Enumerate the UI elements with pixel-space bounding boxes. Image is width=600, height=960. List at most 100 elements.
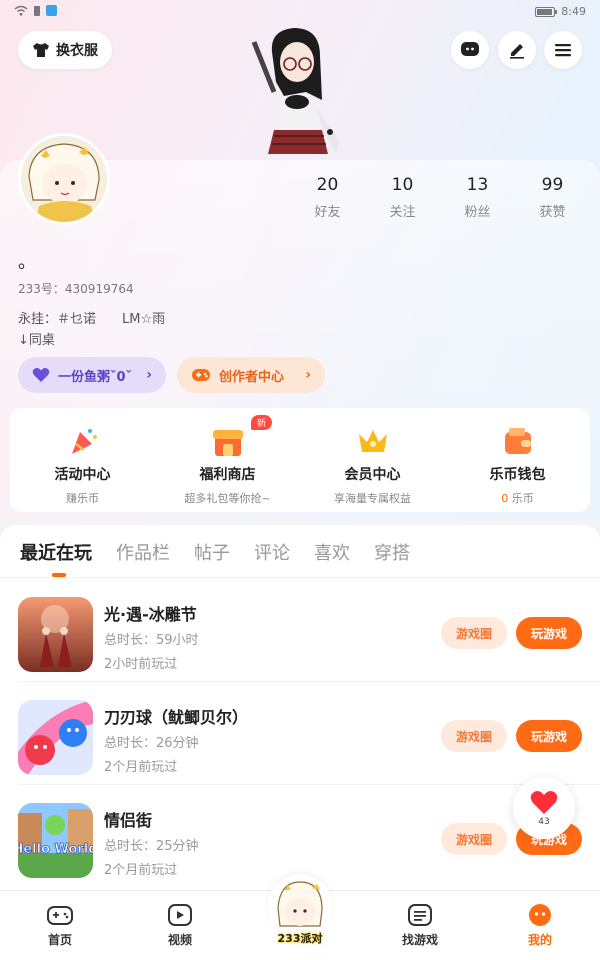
avatar-3d-figure[interactable]: [244, 22, 356, 164]
nav-label: 视频: [167, 933, 192, 947]
nav-mine[interactable]: 我的: [480, 891, 600, 960]
heart-icon: [530, 790, 558, 814]
game-circle-button[interactable]: 游戏圈: [441, 823, 507, 855]
sim-icon: [34, 5, 40, 16]
stat-label: 获赞: [539, 205, 566, 220]
edit-profile-button[interactable]: [498, 31, 536, 69]
clock: 8:49: [561, 5, 586, 18]
heart-icon: [32, 368, 50, 382]
gamepad-icon: [47, 906, 73, 925]
activity-center-item[interactable]: 活动中心 赚乐币: [10, 408, 155, 512]
stat-number: 20: [316, 175, 339, 195]
content-panel: 最近在玩 作品栏 帖子 评论 喜欢 穿搭 光·遇-冰雕节 总时长：59小时 2小…: [0, 525, 600, 900]
new-badge: 新: [251, 415, 273, 430]
nav-find-games[interactable]: 找游戏: [360, 891, 480, 960]
app-notification-icon: [46, 5, 57, 16]
chevron-right-icon: ›: [146, 367, 152, 383]
game-playtime: 总时长：26分钟: [104, 736, 199, 751]
game-last-played: 2个月前玩过: [104, 863, 178, 878]
menu-button[interactable]: [544, 31, 582, 69]
game-circle-button[interactable]: 游戏圈: [441, 720, 507, 752]
messages-button[interactable]: [451, 31, 489, 69]
hello-world-logo-text: Hello World: [18, 842, 93, 857]
tab-comments[interactable]: 评论: [254, 539, 290, 565]
stat-number: 13: [466, 175, 489, 195]
coin-unit: 乐币: [508, 492, 534, 505]
game-playtime: 总时长：25分钟: [104, 839, 199, 854]
play-game-button[interactable]: 玩游戏: [516, 617, 582, 649]
stat-fans[interactable]: 13 粉丝: [440, 175, 515, 220]
game-last-played: 2个月前玩过: [104, 760, 178, 775]
stat-number: 10: [391, 175, 414, 195]
party-popper-icon: [71, 429, 97, 454]
play-game-button[interactable]: 玩游戏: [516, 720, 582, 752]
nav-label: 首页: [47, 933, 72, 947]
list-icon: [408, 904, 432, 926]
user-id: 233号：430919764: [18, 282, 134, 296]
nav-233-party[interactable]: 233派对: [266, 874, 334, 950]
game-name: 情侣街: [104, 811, 153, 830]
member-center-item[interactable]: 会员中心 享海量专属权益: [300, 408, 445, 512]
service-subtitle: 享海量专属权益: [334, 492, 411, 505]
crown-icon: [358, 430, 387, 452]
stat-likes[interactable]: 99 获赞: [515, 175, 590, 220]
like-count: 43: [538, 816, 550, 827]
party-avatar: [268, 874, 332, 938]
content-tabs: 最近在玩 作品栏 帖子 评论 喜欢 穿搭: [20, 539, 410, 565]
shirt-icon: [33, 43, 49, 57]
game-row[interactable]: 光·遇-冰雕节 总时长：59小时 2小时前玩过 游戏圈 玩游戏: [0, 579, 600, 682]
nav-video[interactable]: 视频: [120, 891, 240, 960]
tab-posts[interactable]: 帖子: [194, 539, 230, 565]
gamepad-icon: [192, 369, 210, 381]
bio-line: ↓同桌: [18, 333, 55, 348]
game-last-played: 2小时前玩过: [104, 657, 178, 672]
tab-works[interactable]: 作品栏: [116, 539, 170, 565]
battery-icon: [535, 6, 558, 17]
service-title: 福利商店: [199, 467, 256, 483]
game-icon-sky: [18, 597, 93, 672]
profile-avatar[interactable]: [18, 133, 110, 225]
stat-following[interactable]: 10 关注: [365, 175, 440, 220]
stats-row: 20 好友 10 关注 13 粉丝 99 获赞: [290, 175, 590, 220]
game-name: 刀刃球（鱿鲫贝尔）: [104, 708, 249, 727]
tab-outfits[interactable]: 穿搭: [374, 539, 410, 565]
stat-friends[interactable]: 20 好友: [290, 175, 365, 220]
game-row[interactable]: Hello World 情侣街 总时长：25分钟 2个月前玩过 游戏圈 玩游戏: [0, 785, 600, 888]
status-bar: 8:49: [0, 0, 600, 24]
nav-home[interactable]: 首页: [0, 891, 120, 960]
stat-number: 99: [541, 175, 564, 195]
chevron-right-icon: ›: [305, 367, 311, 383]
game-icon-lovers-street: Hello World: [18, 803, 93, 878]
pencil-icon: [510, 44, 524, 59]
chat-bubble-icon: [461, 42, 479, 56]
change-outfit-button[interactable]: 换衣服: [18, 31, 112, 69]
service-subtitle: 赚乐币: [66, 492, 99, 505]
game-icon-blade-ball: [18, 700, 93, 775]
stat-label: 粉丝: [464, 205, 491, 220]
coin-wallet-item[interactable]: 乐币钱包 0 乐币: [445, 408, 590, 512]
tab-likes[interactable]: 喜欢: [314, 539, 350, 565]
service-subtitle: 超多礼包等你抢~: [184, 492, 271, 505]
floating-like-button[interactable]: 43: [513, 777, 575, 839]
nickname: 。: [18, 252, 36, 273]
service-title: 乐币钱包: [489, 467, 546, 483]
menu-icon: [555, 44, 571, 57]
service-subtitle: 0 乐币: [501, 490, 534, 506]
game-circle-button[interactable]: 游戏圈: [441, 617, 507, 649]
nav-label: 我的: [527, 933, 552, 947]
shop-icon: [212, 430, 243, 456]
tab-recently-played[interactable]: 最近在玩: [20, 539, 92, 565]
wifi-icon: [14, 5, 28, 16]
stat-label: 关注: [389, 205, 416, 220]
fish-porridge-label: 一份鱼粥ˇ0ˇ: [58, 369, 133, 385]
creator-center-button[interactable]: 创作者中心 ›: [177, 357, 325, 393]
bio-line: 永挂：＃乜诺 LM☆雨: [18, 312, 166, 327]
service-title: 会员中心: [344, 467, 401, 483]
tabs-divider: [0, 577, 600, 578]
welfare-shop-item[interactable]: 新 福利商店 超多礼包等你抢~: [155, 408, 300, 512]
fish-porridge-pill-button[interactable]: 一份鱼粥ˇ0ˇ ›: [18, 357, 166, 393]
game-name: 光·遇-冰雕节: [104, 605, 197, 624]
wallet-icon: [504, 428, 531, 454]
service-title: 活动中心: [54, 467, 111, 483]
game-row[interactable]: 刀刃球（鱿鲫贝尔） 总时长：26分钟 2个月前玩过 游戏圈 玩游戏: [0, 682, 600, 785]
